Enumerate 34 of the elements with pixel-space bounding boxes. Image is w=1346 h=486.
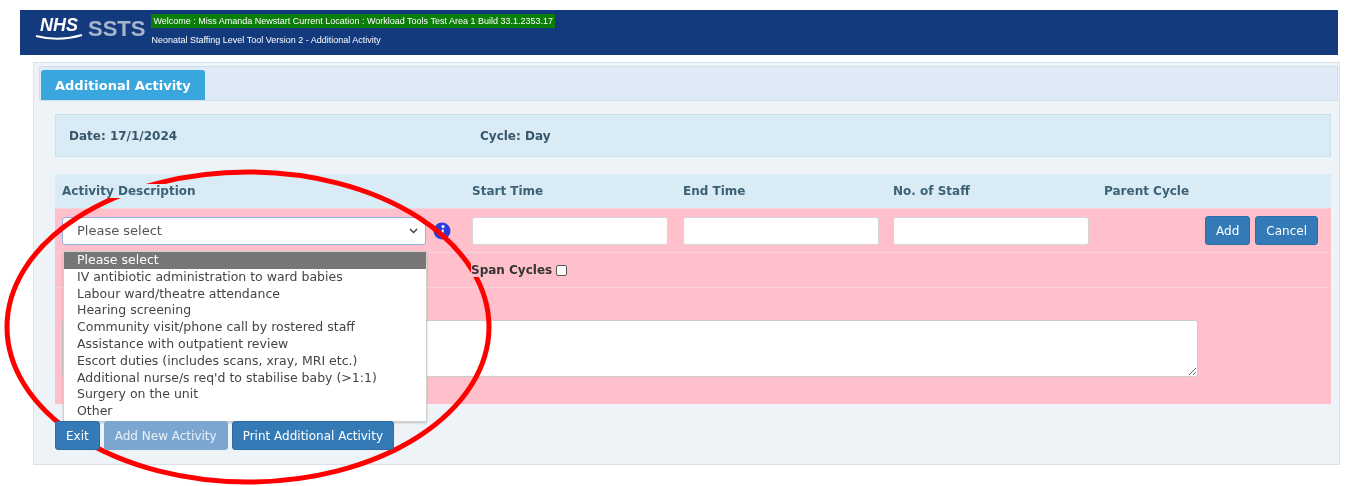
page-subtitle: Neonatal Staffing Level Tool Version 2 - Additional Activity [151,35,381,45]
welcome-text: Welcome : Miss Amanda Newstart Current Location : Workload Tools Test Area 1 Build 33.1.2353.17 [151,14,555,28]
dropdown-option[interactable]: Please select [64,252,426,269]
dropdown-option[interactable]: Labour ward/theatre attendance [64,285,426,303]
activity-select[interactable]: Please select [62,216,426,245]
info-icon[interactable] [433,221,451,240]
cycle-text: Cycle: Day [480,128,551,143]
column-header: End Time [683,184,746,198]
dropdown-option[interactable]: IV antibiotic administration to ward babies [64,268,426,286]
column-header: Start Time [472,184,544,198]
column-header: Parent Cycle [1104,184,1190,198]
swoosh-icon [34,33,84,41]
brand-name: SSTS [88,16,146,42]
row-button[interactable]: Cancel [1255,216,1318,245]
logo-text: NHS [40,16,78,34]
dropdown-option[interactable]: Assistance with outpatient review [64,336,426,353]
dropdown-option[interactable]: Community visit/phone call by rostered staff [64,319,426,336]
span-cycles-checkbox[interactable] [556,264,568,276]
action-button[interactable]: Print Additional Activity [231,421,394,450]
dropdown-option[interactable]: Surgery on the unit [64,386,426,404]
date-text: Date: 17/1/2024 [69,128,179,143]
column-header: No. of Staff [893,184,970,198]
span-cycles-label: Span Cycles [471,263,553,277]
staff-count-field[interactable] [893,216,1089,245]
start-time-field[interactable] [472,216,668,245]
row-button[interactable]: Add [1205,216,1251,245]
dropdown-option[interactable]: Other [64,403,426,420]
caret-icon [409,227,418,234]
end-time-field[interactable] [683,216,879,245]
column-header: Activity Description [62,184,196,198]
dropdown-option[interactable]: Escort duties (includes scans, xray, MRI etc.) [64,352,426,370]
dropdown-option[interactable]: Hearing screening [64,302,426,320]
action-button[interactable]: Exit [55,421,100,450]
dropdown-option[interactable]: Additional nurse/s req'd to stabilise baby (>1:1) [64,369,426,387]
